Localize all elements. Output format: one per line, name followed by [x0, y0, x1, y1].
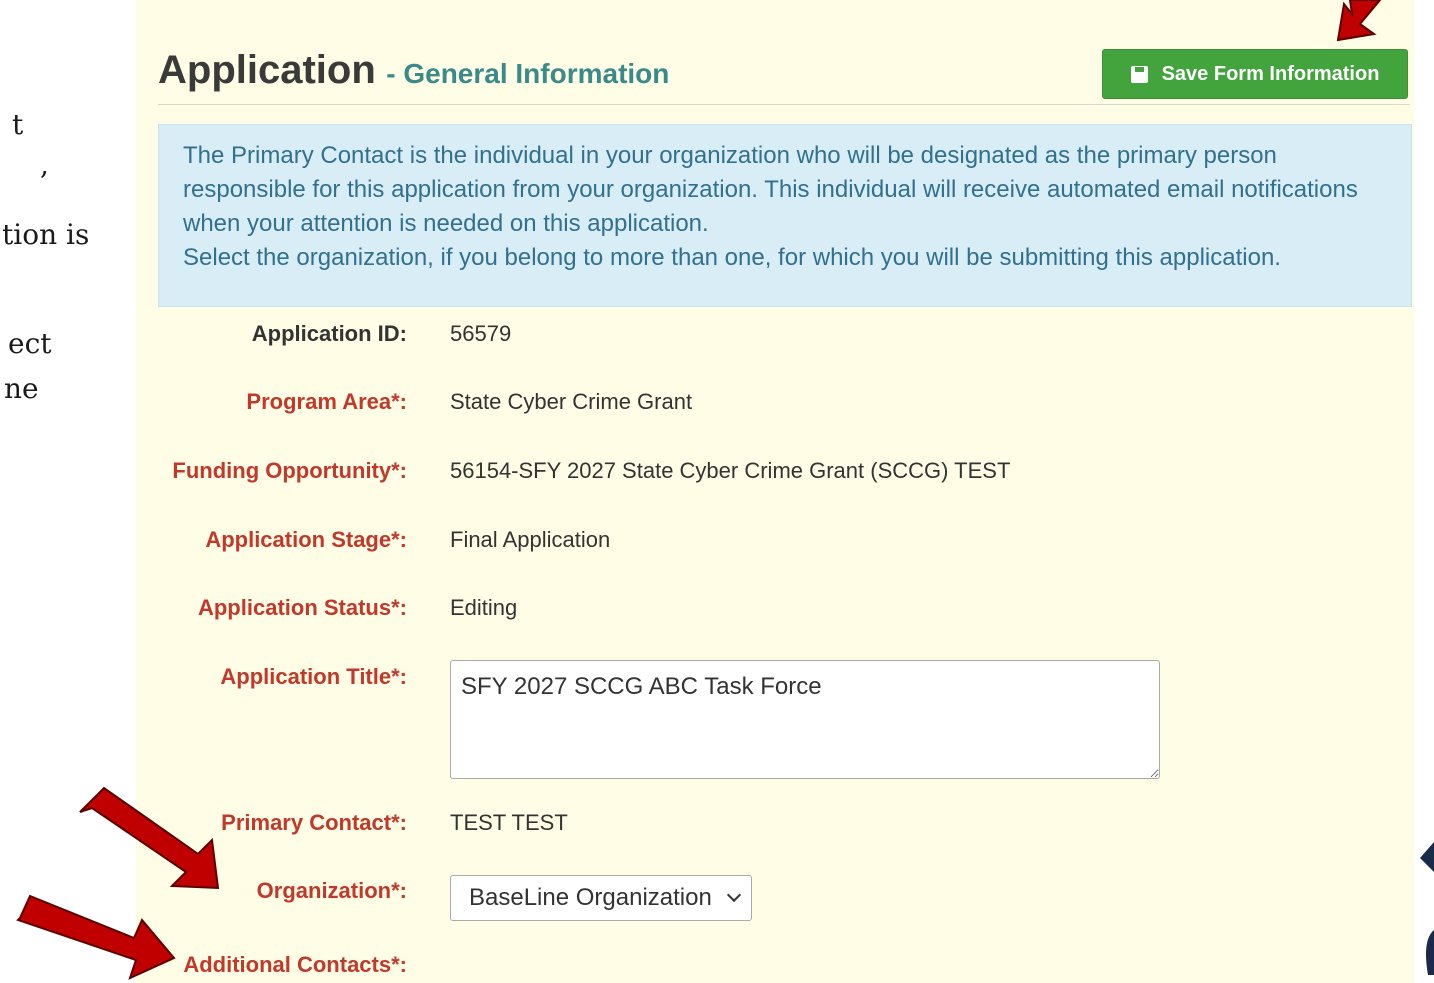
slide-text-fragment: ,	[40, 148, 49, 181]
funding-opportunity-value: 56154-SFY 2027 State Cyber Crime Grant (…	[450, 458, 1011, 483]
info-alert: The Primary Contact is the individual in…	[158, 124, 1412, 307]
application-status-label: Application Status*:	[197, 595, 407, 620]
page-title-subtitle: - General Information	[386, 58, 670, 89]
info-text: The Primary Contact is the individual in…	[183, 142, 1358, 237]
program-area-label: Program Area*:	[246, 389, 407, 414]
save-form-button-label: Save Form Information	[1161, 62, 1380, 85]
red-arrow-icon	[1336, 0, 1382, 42]
red-arrow-icon	[16, 894, 176, 980]
additional-contacts-label: Additional Contacts*:	[183, 952, 407, 977]
application-title-input[interactable]: SFY 2027 SCCG ABC Task Force	[450, 660, 1160, 779]
floppy-disk-icon	[1130, 65, 1148, 83]
application-id-label: Application ID:	[251, 321, 407, 346]
red-arrow-icon	[79, 786, 220, 890]
slide-text-fragment: ne	[4, 372, 39, 405]
organization-select-value: BaseLine Organization	[469, 884, 712, 911]
application-id-value: 56579	[450, 321, 512, 346]
slide-text-fragment: tion is	[2, 218, 90, 251]
organization-label: Organization*:	[256, 878, 407, 903]
application-status-value: Editing	[450, 595, 518, 620]
application-title-label: Application Title*:	[220, 664, 407, 689]
right-edge-decoration	[1414, 0, 1434, 983]
application-stage-label: Application Stage*:	[205, 527, 407, 552]
chevron-down-icon	[726, 887, 742, 903]
application-form-panel: Application - General Information Save F…	[136, 0, 1414, 983]
funding-opportunity-label: Funding Opportunity*:	[172, 458, 407, 483]
program-area-value: State Cyber Crime Grant	[450, 389, 693, 414]
application-stage-value: Final Application	[450, 527, 611, 552]
organization-select[interactable]: BaseLine Organization	[450, 875, 752, 921]
page-title-main: Application	[158, 48, 376, 92]
primary-contact-label: Primary Contact*:	[221, 810, 407, 835]
header-divider	[158, 104, 1410, 105]
primary-contact-value: TEST TEST	[450, 810, 568, 835]
save-form-button[interactable]: Save Form Information	[1102, 49, 1408, 99]
cropped-logo-icon	[1420, 842, 1434, 975]
info-text-organization: Select the organization, if you belong t…	[183, 244, 1281, 271]
page-title: Application - General Information	[158, 48, 669, 93]
slide-text-fragment: ect	[8, 327, 52, 360]
slide-text-fragment: t	[12, 108, 24, 141]
